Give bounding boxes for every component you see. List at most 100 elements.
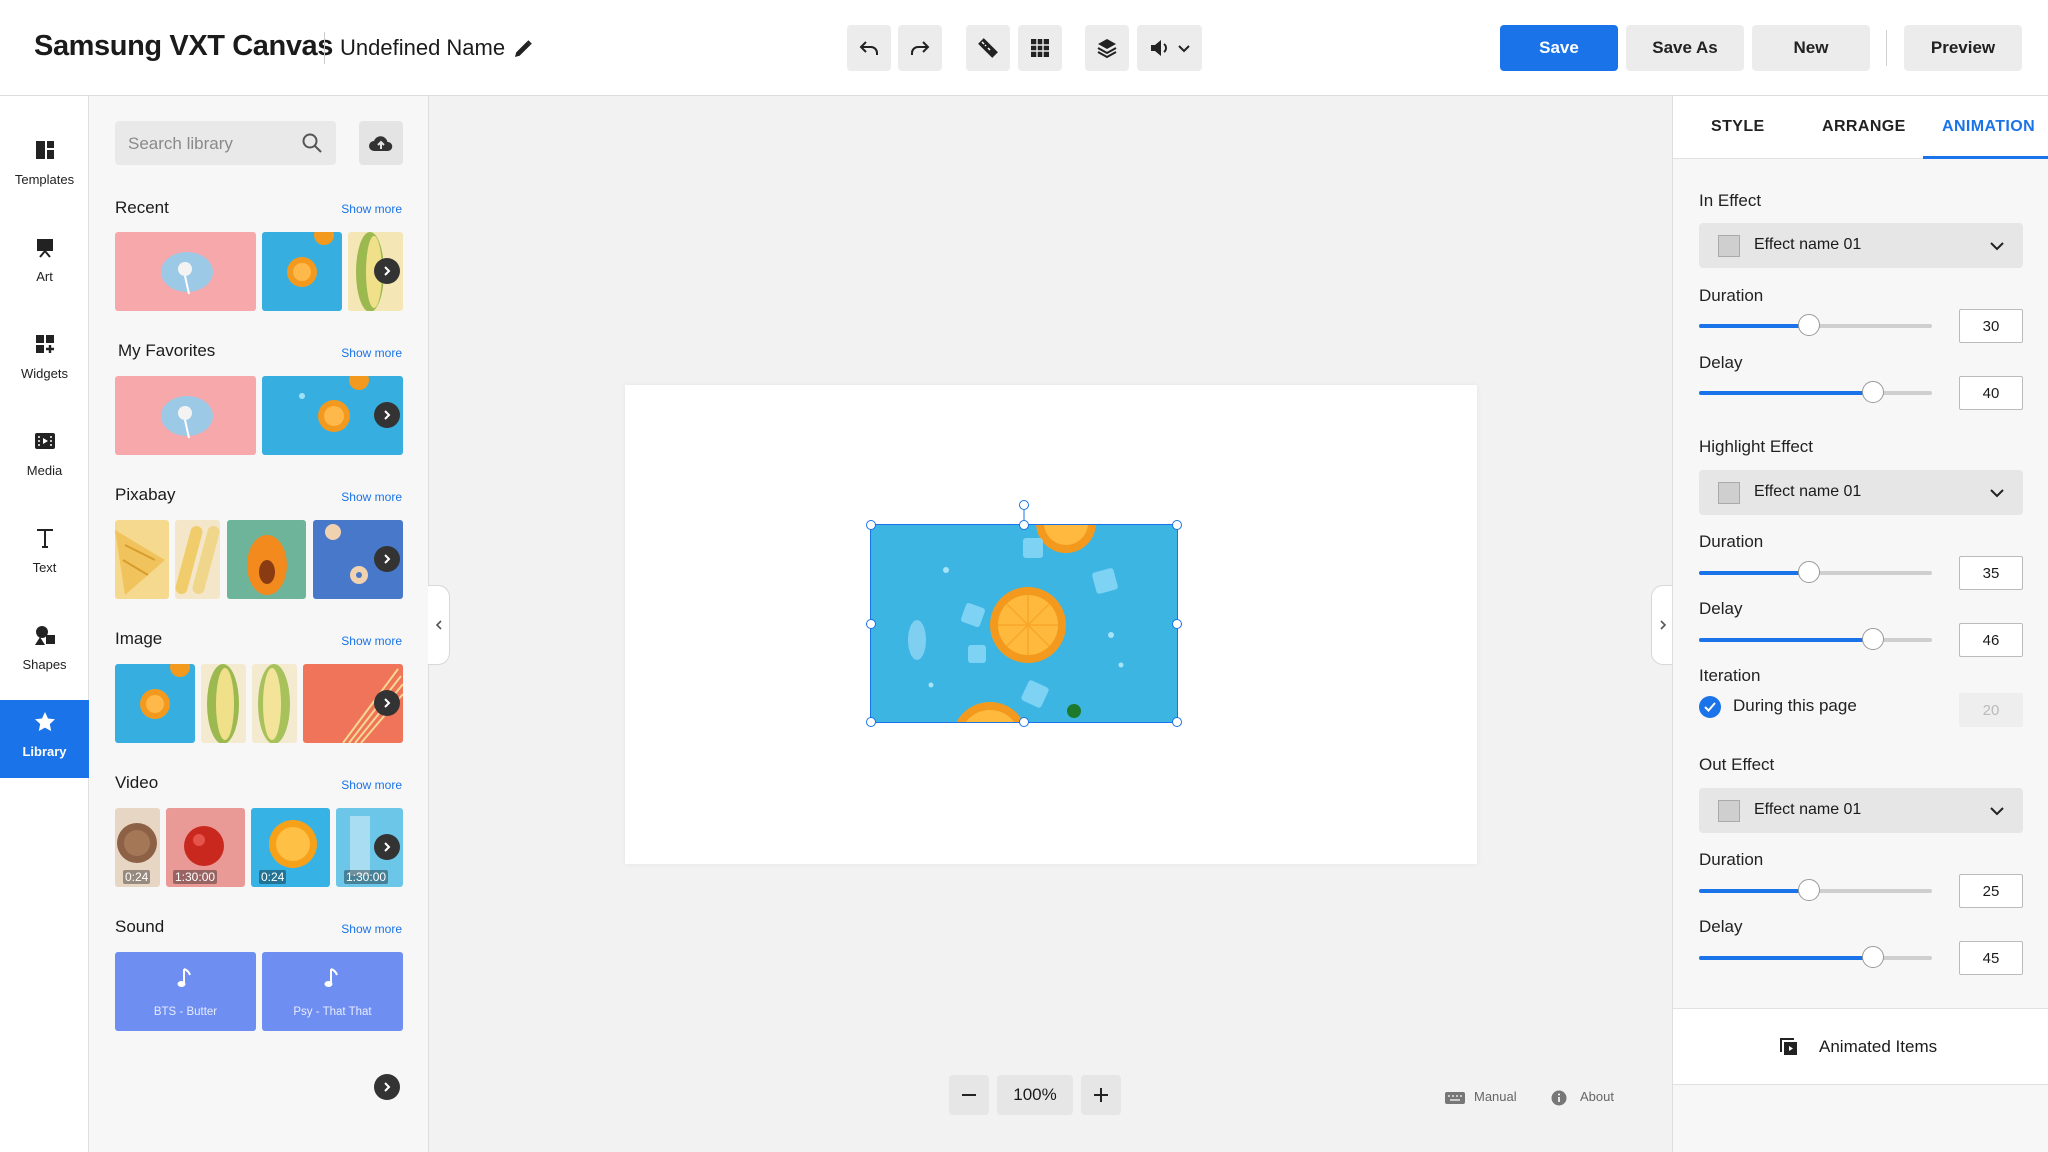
resize-handle-bottom-right[interactable] bbox=[1172, 717, 1182, 727]
undo-button[interactable] bbox=[847, 25, 891, 71]
iteration-count-input[interactable]: 20 bbox=[1959, 693, 2023, 727]
out-delay-input[interactable]: 45 bbox=[1959, 941, 2023, 975]
about-link[interactable]: About bbox=[1580, 1089, 1614, 1104]
sidebar-item-shapes[interactable]: Shapes bbox=[0, 613, 89, 691]
library-thumbnail[interactable] bbox=[115, 376, 256, 455]
carousel-next-button[interactable] bbox=[374, 402, 400, 428]
video-thumbnail[interactable]: 0:24 bbox=[115, 808, 160, 887]
out-duration-input[interactable]: 25 bbox=[1959, 874, 2023, 908]
tab-animation[interactable]: ANIMATION bbox=[1942, 118, 2035, 136]
rotate-handle[interactable] bbox=[1019, 500, 1029, 510]
slider-knob[interactable] bbox=[1798, 314, 1820, 336]
ruler-button[interactable] bbox=[966, 25, 1010, 71]
sidebar-item-art[interactable]: Art bbox=[0, 225, 89, 303]
save-as-button[interactable]: Save As bbox=[1626, 25, 1744, 71]
resize-handle-top-left[interactable] bbox=[866, 520, 876, 530]
in-effect-select[interactable]: Effect name 01 bbox=[1699, 223, 2023, 268]
slider-knob[interactable] bbox=[1862, 628, 1884, 650]
carousel-next-button[interactable] bbox=[374, 834, 400, 860]
sound-dropdown[interactable] bbox=[1137, 25, 1202, 71]
highlight-effect-select[interactable]: Effect name 01 bbox=[1699, 470, 2023, 515]
collapse-right-panel-button[interactable] bbox=[1651, 585, 1673, 665]
video-thumbnail[interactable]: 1:30:00 bbox=[166, 808, 245, 887]
out-duration-slider[interactable] bbox=[1699, 879, 1932, 901]
animated-items-button[interactable]: Animated Items bbox=[1673, 1008, 2048, 1085]
zoom-out-button[interactable] bbox=[949, 1075, 989, 1115]
resize-handle-bottom-left[interactable] bbox=[866, 717, 876, 727]
carousel-next-button[interactable] bbox=[374, 546, 400, 572]
resize-handle-top[interactable] bbox=[1019, 520, 1029, 530]
highlight-delay-slider[interactable] bbox=[1699, 628, 1932, 650]
slider-knob[interactable] bbox=[1862, 946, 1884, 968]
library-thumbnail[interactable] bbox=[201, 664, 246, 743]
search-input[interactable]: Search library bbox=[115, 121, 336, 165]
chevron-left-icon bbox=[435, 620, 442, 630]
in-duration-input[interactable]: 30 bbox=[1959, 309, 2023, 343]
redo-button[interactable] bbox=[898, 25, 942, 71]
iteration-checkbox[interactable] bbox=[1699, 696, 1721, 718]
pencil-icon[interactable] bbox=[511, 37, 535, 61]
in-delay-slider[interactable] bbox=[1699, 381, 1932, 403]
slider-knob[interactable] bbox=[1798, 561, 1820, 583]
carousel-next-button[interactable] bbox=[374, 1074, 400, 1100]
save-button[interactable]: Save bbox=[1500, 25, 1618, 71]
sidebar-item-media[interactable]: Media bbox=[0, 419, 89, 497]
library-thumbnail[interactable] bbox=[115, 520, 169, 599]
library-thumbnail[interactable] bbox=[262, 232, 342, 311]
sidebar-item-templates[interactable]: Templates bbox=[0, 128, 89, 206]
sidebar-item-widgets[interactable]: Widgets bbox=[0, 322, 89, 400]
document-name[interactable]: Undefined Name bbox=[340, 35, 505, 61]
show-more-link[interactable]: Show more bbox=[341, 346, 402, 360]
in-delay-input[interactable]: 40 bbox=[1959, 376, 2023, 410]
sound-card[interactable]: BTS - Butter bbox=[115, 952, 256, 1031]
resize-handle-right[interactable] bbox=[1172, 619, 1182, 629]
grid-button[interactable] bbox=[1018, 25, 1062, 71]
top-toolbar: Samsung VXT Canvas Undefined Name Save S… bbox=[0, 0, 2048, 96]
in-delay-label: Delay bbox=[1699, 353, 1743, 372]
library-thumbnail[interactable] bbox=[175, 520, 220, 599]
out-delay-slider[interactable] bbox=[1699, 946, 1932, 968]
sidebar-item-text[interactable]: Text bbox=[0, 516, 89, 594]
resize-handle-bottom[interactable] bbox=[1019, 717, 1029, 727]
in-duration-slider[interactable] bbox=[1699, 314, 1932, 336]
resize-handle-left[interactable] bbox=[866, 619, 876, 629]
out-effect-value: Effect name 01 bbox=[1754, 801, 1862, 818]
layers-button[interactable] bbox=[1085, 25, 1129, 71]
zoom-in-button[interactable] bbox=[1081, 1075, 1121, 1115]
show-more-link[interactable]: Show more bbox=[341, 490, 402, 504]
upload-button[interactable] bbox=[359, 121, 403, 165]
library-thumbnail[interactable] bbox=[227, 520, 306, 599]
title-divider bbox=[324, 32, 325, 64]
selected-image[interactable] bbox=[870, 524, 1178, 723]
manual-link[interactable]: Manual bbox=[1474, 1089, 1517, 1104]
collapse-left-panel-button[interactable] bbox=[428, 585, 450, 665]
carousel-next-button[interactable] bbox=[374, 258, 400, 284]
sound-title: BTS - Butter bbox=[153, 1006, 218, 1018]
in-effect-title: In Effect bbox=[1699, 191, 1762, 210]
zoom-level[interactable]: 100% bbox=[997, 1075, 1073, 1115]
show-more-link[interactable]: Show more bbox=[341, 778, 402, 792]
resize-handle-top-right[interactable] bbox=[1172, 520, 1182, 530]
show-more-link[interactable]: Show more bbox=[341, 202, 402, 216]
new-button[interactable]: New bbox=[1752, 25, 1870, 71]
tab-style[interactable]: STYLE bbox=[1711, 118, 1765, 136]
library-thumbnail[interactable] bbox=[252, 664, 297, 743]
slider-knob[interactable] bbox=[1862, 381, 1884, 403]
show-more-link[interactable]: Show more bbox=[341, 634, 402, 648]
sidebar-item-library[interactable]: Library bbox=[0, 700, 89, 778]
library-thumbnail[interactable] bbox=[115, 664, 195, 743]
sound-card[interactable]: Psy - That That bbox=[262, 952, 403, 1031]
video-thumbnail[interactable]: 0:24 bbox=[251, 808, 330, 887]
tab-arrange[interactable]: ARRANGE bbox=[1822, 118, 1906, 136]
carousel-next-button[interactable] bbox=[374, 690, 400, 716]
highlight-duration-input[interactable]: 35 bbox=[1959, 556, 2023, 590]
highlight-delay-input[interactable]: 46 bbox=[1959, 623, 2023, 657]
show-more-link[interactable]: Show more bbox=[341, 922, 402, 936]
library-thumbnail[interactable] bbox=[115, 232, 256, 311]
out-effect-select[interactable]: Effect name 01 bbox=[1699, 788, 2023, 833]
shapes-icon bbox=[35, 626, 55, 645]
section-title-image: Image bbox=[115, 629, 163, 648]
highlight-duration-slider[interactable] bbox=[1699, 561, 1932, 583]
slider-knob[interactable] bbox=[1798, 879, 1820, 901]
preview-button[interactable]: Preview bbox=[1904, 25, 2022, 71]
